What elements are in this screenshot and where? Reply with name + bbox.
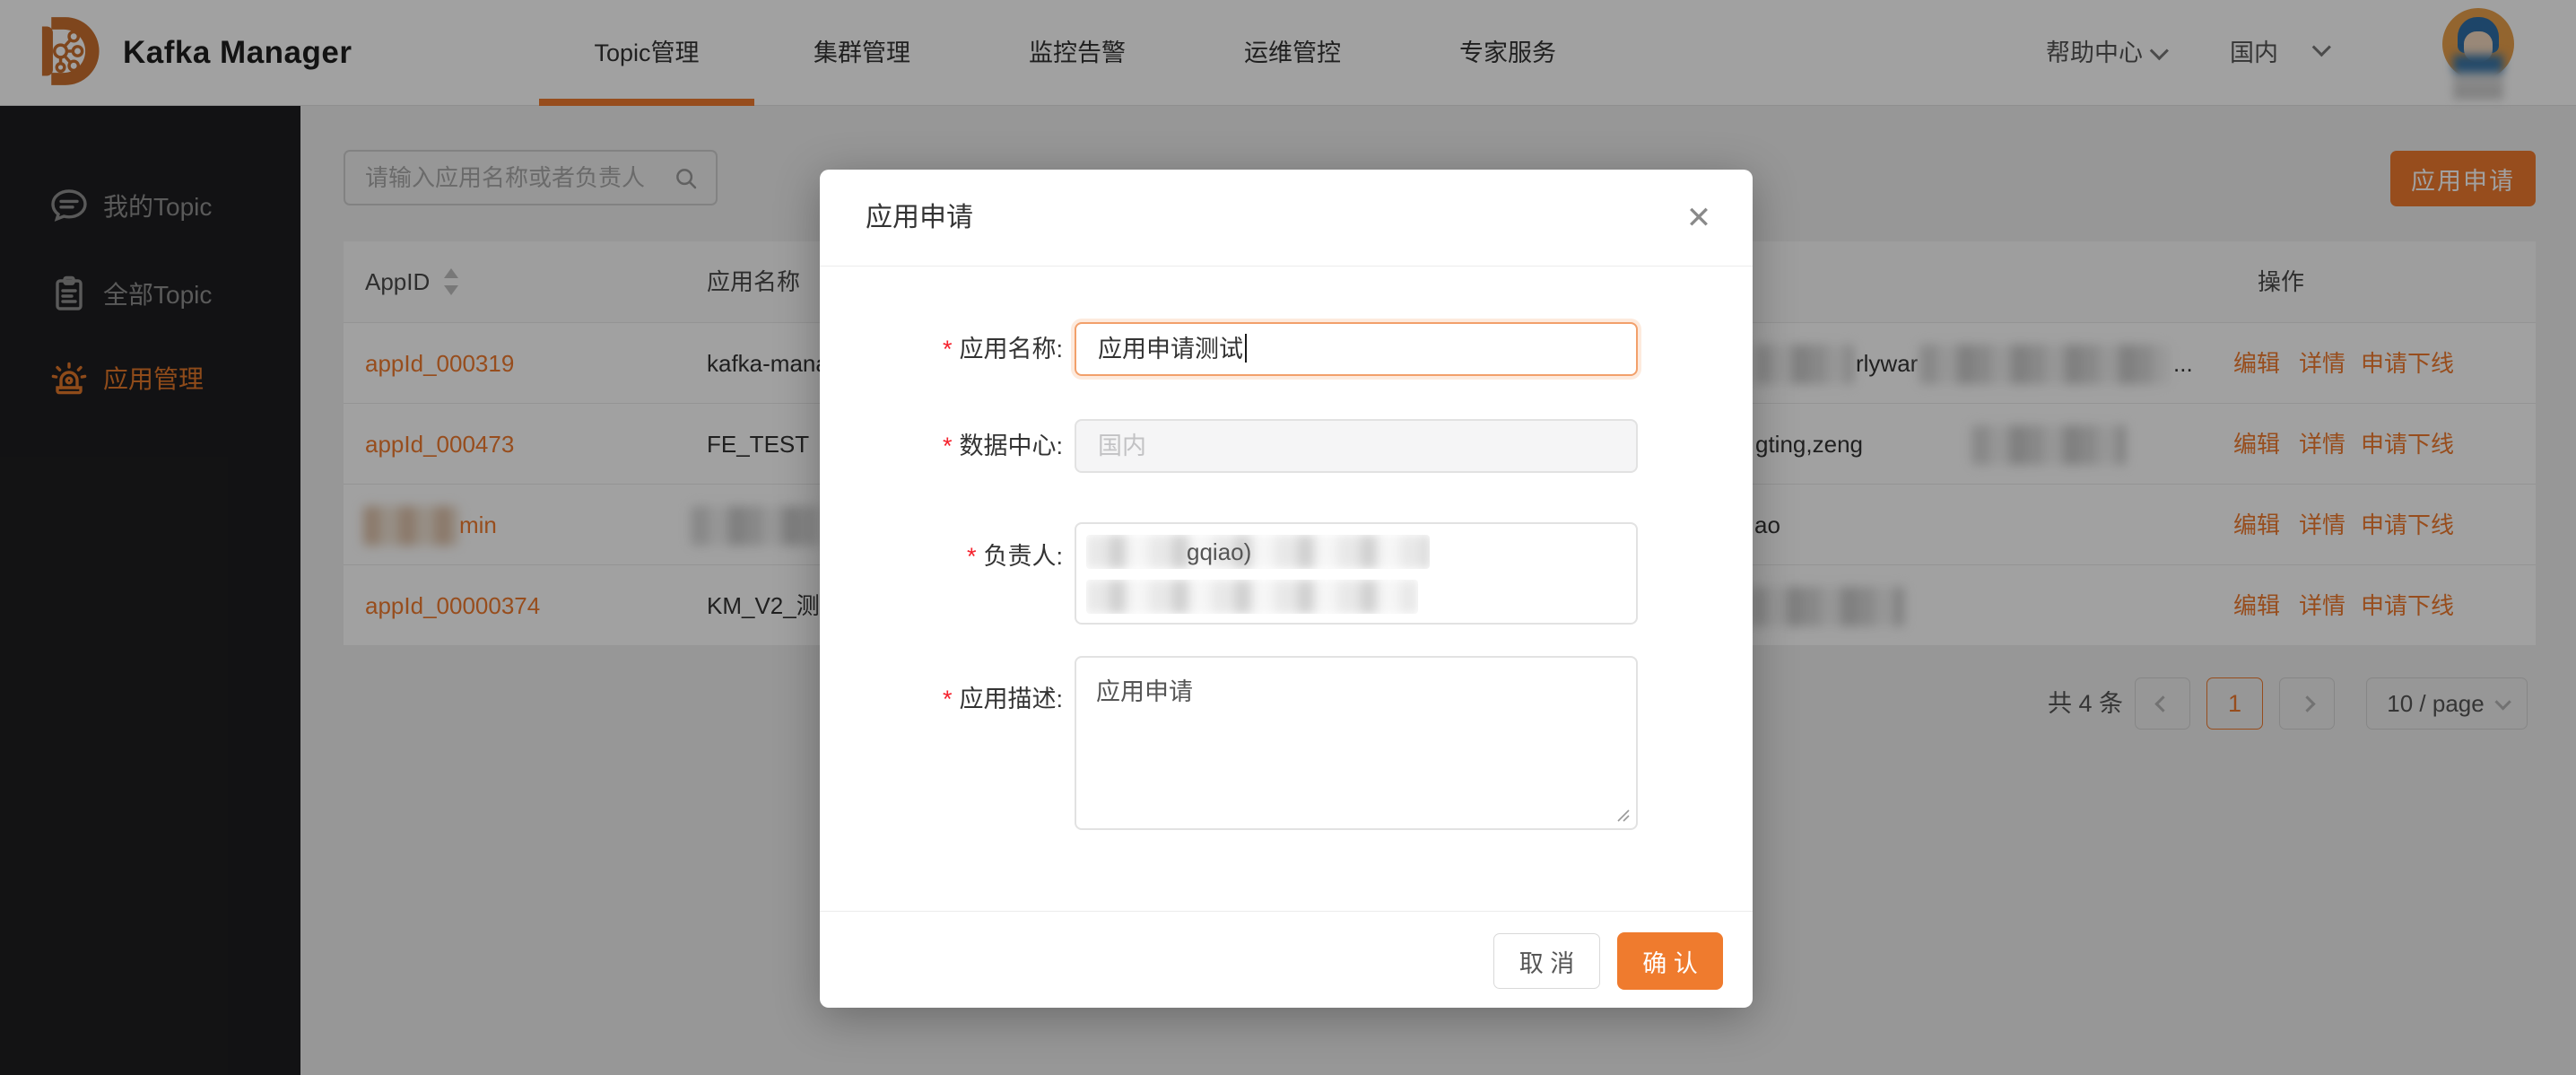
modal-footer: 取 消 确 认 — [820, 911, 1753, 1008]
description-textarea[interactable]: 应用申请 — [1075, 656, 1638, 830]
field-label: 应用名称: — [959, 336, 1063, 363]
owners-select[interactable]: gqiao) — [1075, 522, 1638, 625]
field-label: 应用描述: — [959, 686, 1063, 712]
field-label: 数据中心: — [959, 433, 1063, 459]
required-asterisk: * — [943, 336, 953, 363]
owner-tag: gqiao) — [1086, 535, 1430, 569]
kafka-manager-screen: Kafka Manager Topic管理 集群管理 监控告警 运维管控 专家服… — [0, 0, 2576, 1075]
resize-corner-icon[interactable] — [1614, 806, 1632, 824]
blurred-owner-tag — [1086, 580, 1418, 614]
required-asterisk: * — [943, 433, 953, 459]
field-owners: *负责人: gqiao) — [820, 522, 1753, 625]
cancel-button[interactable]: 取 消 — [1493, 933, 1600, 989]
data-center-input-disabled: 国内 — [1075, 419, 1638, 473]
field-description: *应用描述: 应用申请 — [820, 656, 1753, 830]
modal-header: 应用申请 ✕ — [820, 170, 1753, 267]
close-icon[interactable]: ✕ — [1677, 197, 1720, 240]
confirm-button[interactable]: 确 认 — [1617, 932, 1723, 990]
owner-tag — [1086, 580, 1418, 614]
field-label: 负责人: — [983, 543, 1063, 570]
app-name-input[interactable]: 应用申请测试 — [1075, 322, 1638, 376]
text-cursor — [1245, 334, 1247, 363]
required-asterisk: * — [967, 543, 977, 570]
description-value: 应用申请 — [1096, 678, 1193, 705]
required-asterisk: * — [943, 686, 953, 712]
app-name-value: 应用申请测试 — [1098, 336, 1243, 363]
apply-app-modal: 应用申请 ✕ *应用名称: 应用申请测试 *数据中心: 国内 *负责人: — [820, 170, 1753, 1008]
modal-title: 应用申请 — [866, 170, 973, 267]
owner-tag-fragment: gqiao) — [1187, 535, 1251, 569]
blurred-owner-tag — [1086, 535, 1430, 569]
